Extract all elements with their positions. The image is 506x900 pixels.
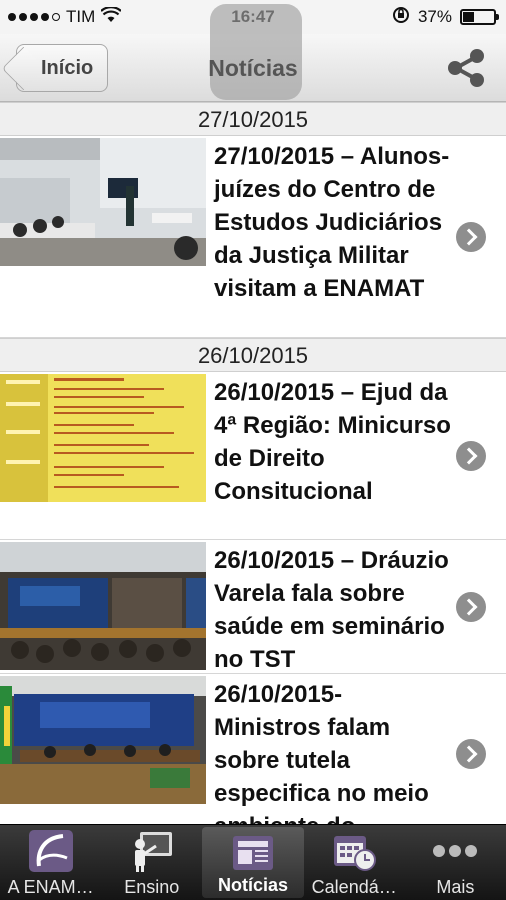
news-item[interactable]: 26/10/2015 – Ejud da 4ª Região: Minicurs…	[0, 372, 506, 540]
tab-label: Ensino	[124, 877, 180, 897]
news-item[interactable]: 26/10/2015 – Dráuzio Varela fala sobre s…	[0, 540, 506, 674]
wifi-icon	[100, 5, 123, 28]
tab-bar: A ENAM… Ensino Notícias Calendá… Mais	[0, 824, 506, 900]
news-item[interactable]: 26/10/2015- Ministros falam sobre tutela…	[0, 674, 506, 824]
enamat-logo-icon	[26, 829, 76, 873]
teacher-icon	[127, 829, 177, 873]
back-button-label: Início	[41, 56, 94, 79]
tab-mais[interactable]: Mais	[405, 825, 506, 900]
tab-label: Mais	[436, 877, 475, 897]
news-icon	[228, 831, 278, 875]
tab-label: A ENAM…	[7, 877, 94, 897]
chevron-right-icon	[456, 221, 486, 252]
back-button[interactable]: Início	[16, 44, 109, 92]
chevron-right-icon	[456, 440, 486, 471]
tab-a-enamat[interactable]: A ENAM…	[0, 825, 101, 900]
tab-label: Notícias	[217, 875, 289, 895]
news-thumbnail-classroom	[0, 138, 206, 337]
share-icon[interactable]	[444, 46, 488, 90]
section-date-header: 26/10/2015	[0, 338, 506, 372]
carrier-name: TIM	[66, 7, 96, 26]
orientation-lock-icon	[392, 6, 410, 29]
battery-icon	[460, 9, 499, 25]
news-thumbnail-auditorium	[0, 542, 206, 673]
overlay-button-glow	[210, 4, 302, 100]
section-date-header: 27/10/2015	[0, 102, 506, 136]
news-thumbnail-seminar	[0, 676, 206, 824]
signal-strength-icon	[8, 13, 60, 21]
tab-label: Calendá…	[311, 877, 397, 897]
tab-ensino[interactable]: Ensino	[101, 825, 202, 900]
tab-calendario[interactable]: Calendá…	[304, 825, 405, 900]
more-icon	[430, 829, 480, 873]
battery-percent: 37%	[417, 7, 452, 26]
navigation-bar: Início Notícias	[0, 4, 506, 102]
calendar-icon	[329, 829, 379, 873]
news-item[interactable]: 27/10/2015 – Alunos-juízes do Centro de …	[0, 136, 506, 338]
news-thumbnail-poster	[0, 374, 206, 539]
tab-noticias[interactable]: Notícias	[202, 827, 304, 898]
chevron-right-icon	[456, 591, 486, 622]
chevron-right-icon	[456, 738, 486, 769]
news-list[interactable]: 27/10/2015 27/10/2015 – Alunos-juízes do…	[0, 102, 506, 824]
